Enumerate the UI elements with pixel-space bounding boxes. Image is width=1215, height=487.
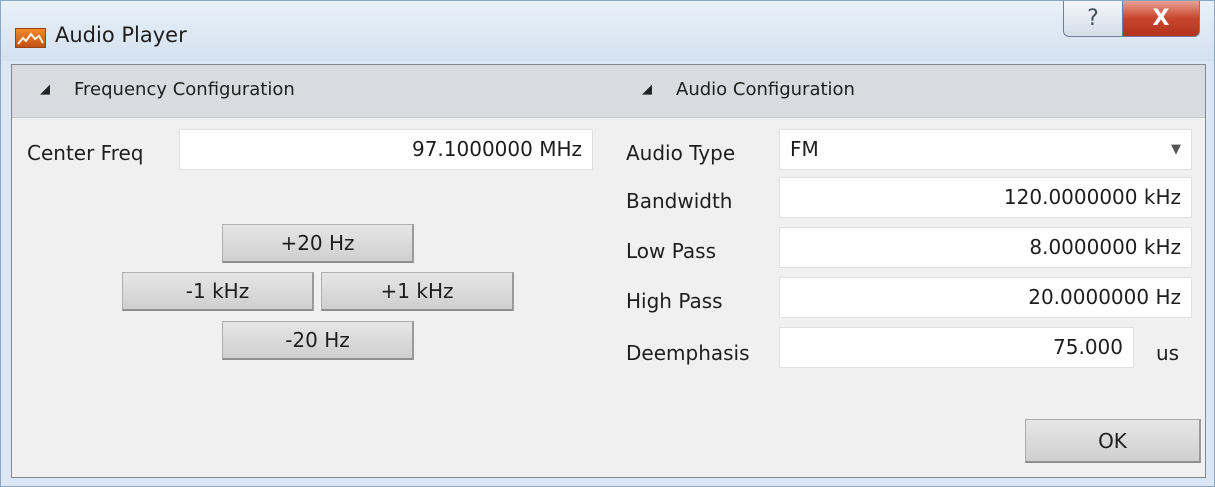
audio-config-header[interactable]: ◢ Audio Configuration xyxy=(642,79,855,100)
app-icon xyxy=(15,28,46,48)
frequency-config-title: Frequency Configuration xyxy=(74,79,295,100)
minus-20hz-button[interactable]: -20 Hz xyxy=(222,321,414,360)
section-header-bar: ◢ Frequency Configuration ◢ Audio Config… xyxy=(12,65,1205,118)
audio-type-label: Audio Type xyxy=(626,141,736,165)
close-button[interactable]: X xyxy=(1122,1,1200,37)
audio-type-select[interactable]: FM ▼ xyxy=(779,129,1192,170)
audio-config-title: Audio Configuration xyxy=(676,79,855,100)
center-freq-label: Center Freq xyxy=(27,141,144,165)
center-freq-input[interactable]: 97.1000000 MHz xyxy=(179,129,593,170)
deemphasis-input[interactable]: 75.000 xyxy=(779,327,1134,368)
minus-1khz-button[interactable]: -1 kHz xyxy=(122,272,314,311)
high-pass-input[interactable]: 20.0000000 Hz xyxy=(779,277,1192,318)
bandwidth-input[interactable]: 120.0000000 kHz xyxy=(779,177,1192,218)
window-title: Audio Player xyxy=(55,23,187,47)
bandwidth-label: Bandwidth xyxy=(626,189,733,213)
frequency-config-header[interactable]: ◢ Frequency Configuration xyxy=(40,79,295,100)
help-icon: ? xyxy=(1087,6,1099,31)
title-bar[interactable]: Audio Player ? X xyxy=(1,1,1214,61)
audio-player-window: Audio Player ? X ◢ Frequency Configurati… xyxy=(0,0,1215,487)
ok-button[interactable]: OK xyxy=(1025,419,1201,463)
low-pass-label: Low Pass xyxy=(626,239,716,263)
collapse-triangle-icon: ◢ xyxy=(642,82,652,97)
help-button[interactable]: ? xyxy=(1063,1,1123,37)
plus-20hz-button[interactable]: +20 Hz xyxy=(222,224,414,263)
low-pass-input[interactable]: 8.0000000 kHz xyxy=(779,227,1192,268)
chevron-down-icon: ▼ xyxy=(1171,142,1181,157)
deemphasis-label: Deemphasis xyxy=(626,341,750,365)
collapse-triangle-icon: ◢ xyxy=(40,82,50,97)
audio-type-value: FM xyxy=(790,137,819,161)
high-pass-label: High Pass xyxy=(626,289,723,313)
close-icon: X xyxy=(1152,6,1170,31)
dialog-client-area: ◢ Frequency Configuration ◢ Audio Config… xyxy=(11,64,1206,478)
deemphasis-unit: us xyxy=(1156,341,1180,365)
plus-1khz-button[interactable]: +1 kHz xyxy=(321,272,514,311)
